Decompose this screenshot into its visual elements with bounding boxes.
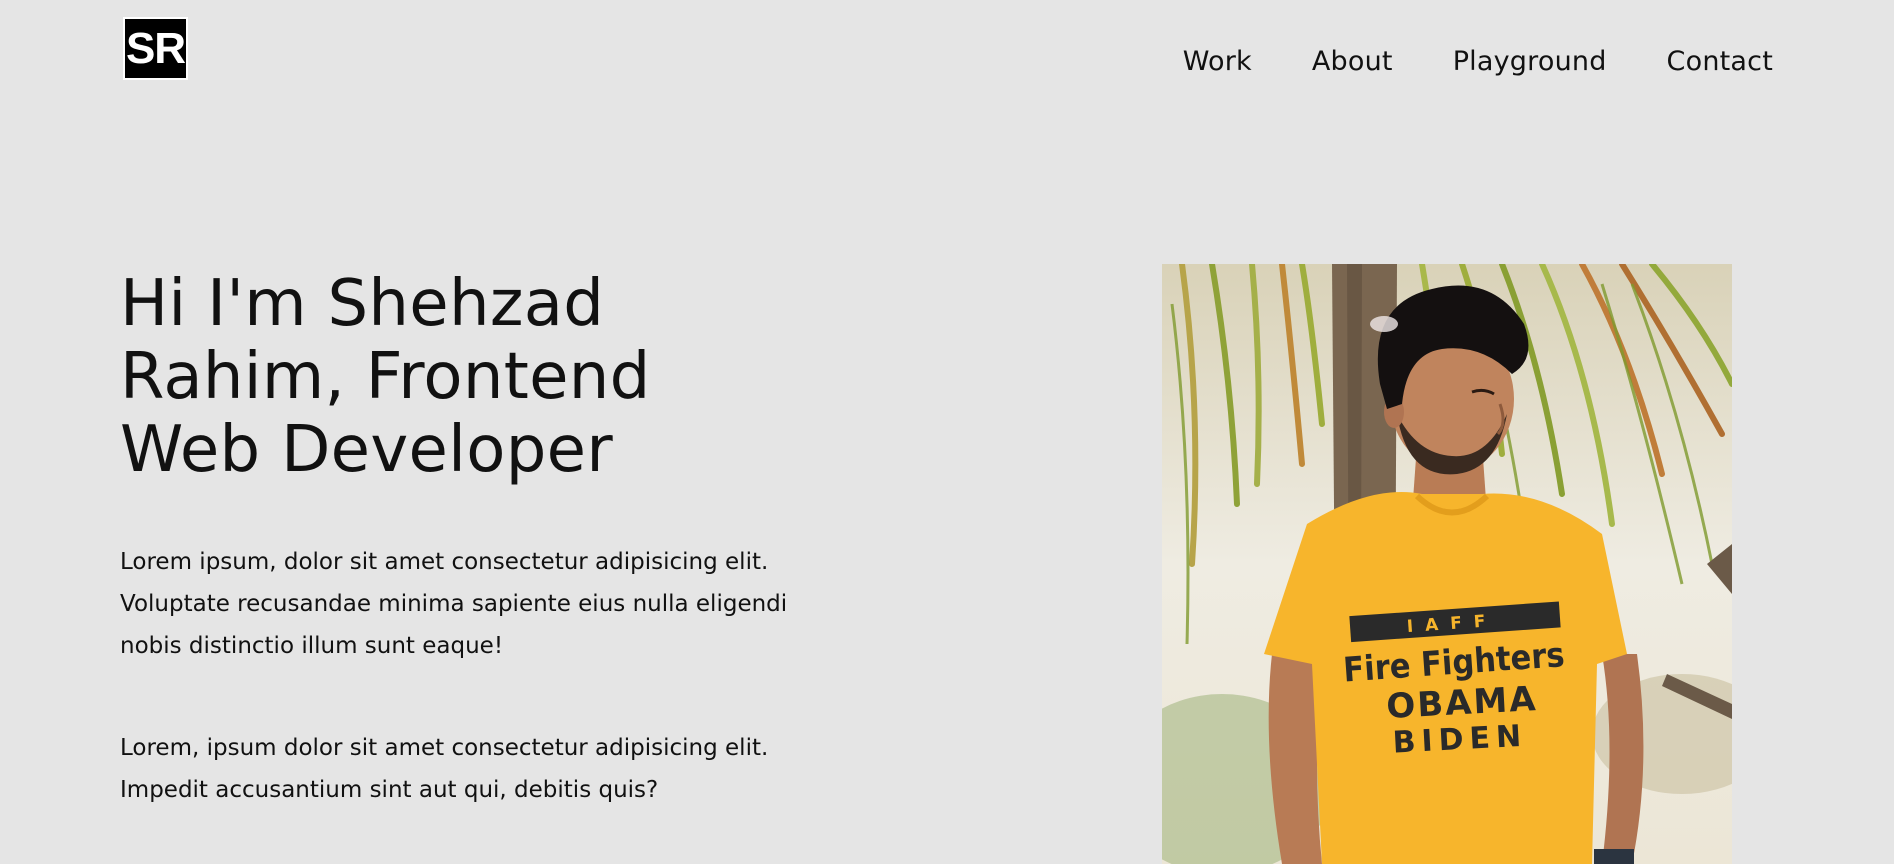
nav-link-playground[interactable]: Playground [1453,46,1607,77]
hero-paragraph-1: Lorem ipsum, dolor sit amet consectetur … [120,549,788,659]
nav-link-about[interactable]: About [1312,46,1393,77]
nav-link-contact[interactable]: Contact [1667,46,1773,77]
profile-photo: IAFF Fire Fighters OBAMA BIDEN [1162,264,1732,864]
shirt-text-biden: BIDEN [1392,719,1528,761]
hero-title: Hi I'm Shehzad Rahim, Frontend Web Devel… [120,267,651,487]
main-nav: Work About Playground Contact [1183,46,1773,77]
hero-paragraph-2: Lorem, ipsum dolor sit amet consectetur … [120,735,769,803]
logo[interactable]: SR [123,17,188,80]
nav-link-work[interactable]: Work [1183,46,1252,77]
